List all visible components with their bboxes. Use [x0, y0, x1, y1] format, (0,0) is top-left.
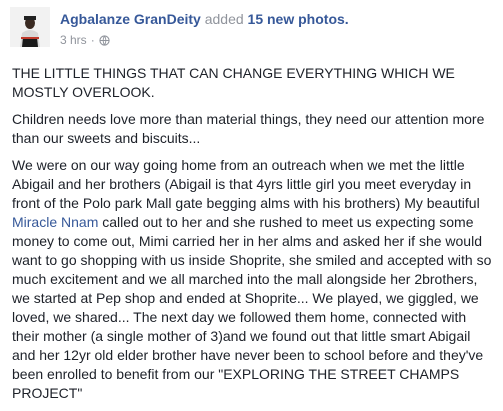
post-title: THE LITTLE THINGS THAT CAN CHANGE EVERYT…: [12, 65, 455, 100]
avatar[interactable]: [10, 7, 50, 47]
meta-separator: ·: [90, 33, 95, 47]
mention-link[interactable]: Miracle Nnam: [12, 214, 98, 230]
post-paragraph-story: We were on our way going home from an ou…: [12, 156, 492, 403]
photos-link[interactable]: 15 new photos.: [248, 11, 349, 27]
post-header: Agbalanze GranDeity added 15 new photos.…: [0, 0, 503, 60]
story-text-start: We were on our way going home from an ou…: [12, 157, 480, 211]
author-name[interactable]: Agbalanze GranDeity: [60, 11, 201, 27]
action-prefix: added: [204, 11, 244, 27]
author-line: Agbalanze GranDeity added 15 new photos.: [60, 11, 349, 27]
globe-icon[interactable]: [99, 35, 110, 49]
truncated-next-line: [12, 400, 492, 408]
post-paragraph: Children needs love more than material t…: [12, 111, 485, 146]
post-body: THE LITTLE THINGS THAT CAN CHANGE EVERYT…: [12, 64, 492, 411]
post-meta: 3 hrs ·: [60, 33, 110, 49]
post-timestamp[interactable]: 3 hrs: [60, 33, 87, 47]
story-text-end: called out to her and she rushed to meet…: [12, 214, 492, 401]
